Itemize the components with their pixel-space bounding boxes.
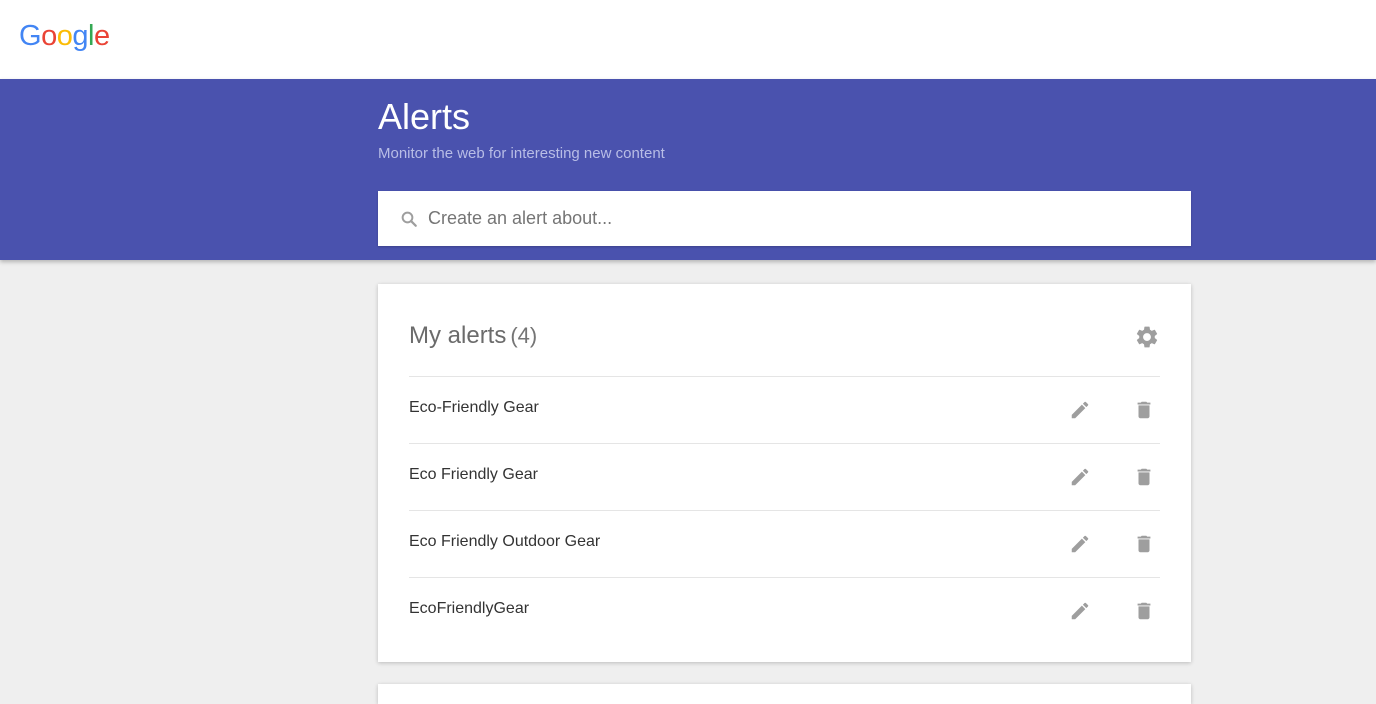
google-logo[interactable]: Google	[19, 22, 110, 51]
alert-row: Eco-Friendly Gear	[409, 377, 1160, 444]
pencil-icon	[1069, 399, 1091, 421]
delete-alert-button[interactable]	[1133, 600, 1155, 622]
alert-row: EcoFriendlyGear	[409, 578, 1160, 644]
trash-icon	[1133, 600, 1155, 622]
alert-settings-button[interactable]	[1134, 324, 1160, 350]
alert-name[interactable]: Eco Friendly Outdoor Gear	[409, 533, 600, 551]
next-card-edge	[378, 684, 1191, 704]
delete-alert-button[interactable]	[1133, 533, 1155, 555]
edit-alert-button[interactable]	[1069, 466, 1091, 488]
trash-icon	[1133, 399, 1155, 421]
my-alerts-title: My alerts (4)	[409, 322, 537, 350]
edit-alert-button[interactable]	[1069, 533, 1091, 555]
my-alerts-title-text: My alerts	[409, 322, 507, 349]
alert-row: Eco Friendly Outdoor Gear	[409, 511, 1160, 578]
page-subtitle: Monitor the web for interesting new cont…	[378, 145, 665, 162]
alert-row: Eco Friendly Gear	[409, 444, 1160, 511]
edit-alert-button[interactable]	[1069, 399, 1091, 421]
edit-alert-button[interactable]	[1069, 600, 1091, 622]
logo-letter: o	[56, 20, 73, 52]
page-title: Alerts	[378, 96, 471, 137]
alert-name[interactable]: Eco Friendly Gear	[409, 466, 538, 484]
delete-alert-button[interactable]	[1133, 399, 1155, 421]
logo-letter: G	[19, 20, 42, 52]
alerts-hero-banner: Alerts Monitor the web for interesting n…	[0, 79, 1376, 260]
create-alert-search-box[interactable]	[378, 191, 1191, 246]
logo-letter: g	[72, 20, 88, 52]
logo-letter: e	[93, 20, 110, 52]
my-alerts-card: My alerts (4) Eco-Friendly Gear Eco Frien…	[378, 284, 1191, 662]
alert-name[interactable]: EcoFriendlyGear	[409, 600, 529, 618]
alert-name[interactable]: Eco-Friendly Gear	[409, 399, 539, 417]
pencil-icon	[1069, 600, 1091, 622]
pencil-icon	[1069, 466, 1091, 488]
top-bar: Google	[0, 0, 1376, 79]
delete-alert-button[interactable]	[1133, 466, 1155, 488]
gear-icon	[1134, 324, 1160, 350]
create-alert-input[interactable]	[428, 191, 1168, 246]
pencil-icon	[1069, 533, 1091, 555]
trash-icon	[1133, 466, 1155, 488]
trash-icon	[1133, 533, 1155, 555]
search-icon	[400, 210, 418, 228]
logo-letter: o	[41, 20, 57, 52]
my-alerts-count: (4)	[510, 323, 538, 348]
my-alerts-header: My alerts (4)	[409, 284, 1160, 377]
